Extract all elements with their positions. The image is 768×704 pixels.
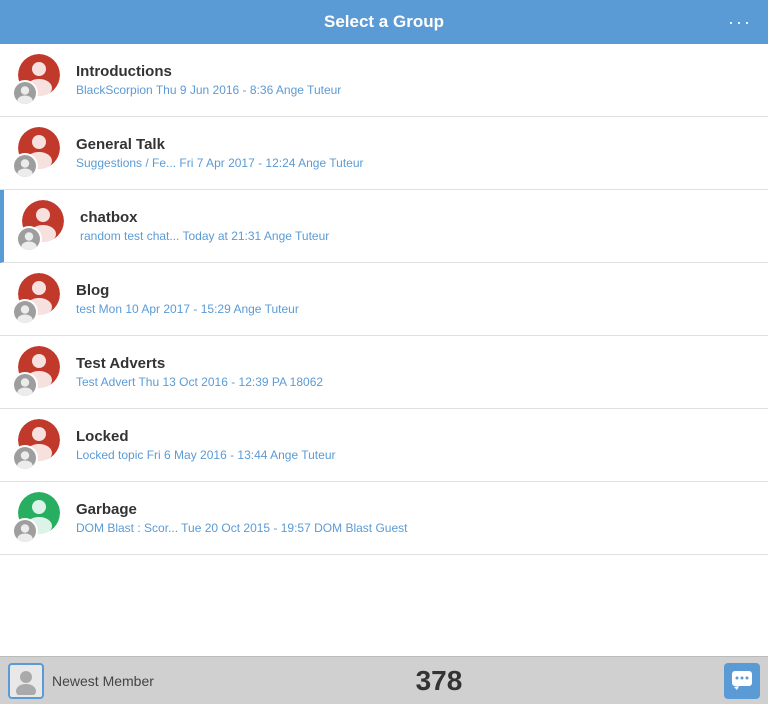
- group-item-introductions[interactable]: Introductions BlackScorpion Thu 9 Jun 20…: [0, 44, 768, 117]
- avatar-container-test-adverts: [12, 346, 64, 398]
- group-name-introductions: Introductions: [76, 63, 756, 80]
- group-name-blog: Blog: [76, 282, 756, 299]
- newest-member-avatar: [8, 663, 44, 699]
- groups-list: Introductions BlackScorpion Thu 9 Jun 20…: [0, 44, 768, 656]
- group-info-introductions: Introductions BlackScorpion Thu 9 Jun 20…: [76, 63, 756, 97]
- group-info-garbage: Garbage DOM Blast : Scor... Tue 20 Oct 2…: [76, 501, 756, 535]
- avatar-sub-chatbox: [16, 226, 42, 252]
- avatar-container-locked: [12, 419, 64, 471]
- group-item-blog[interactable]: Blog test Mon 10 Apr 2017 - 15:29 Ange T…: [0, 263, 768, 336]
- newest-member-label: Newest Member: [52, 673, 154, 689]
- group-item-general-talk[interactable]: General Talk Suggestions / Fe... Fri 7 A…: [0, 117, 768, 190]
- app-container: Select a Group ··· Introductions BlackSc…: [0, 0, 768, 704]
- group-meta-test-adverts: Test Advert Thu 13 Oct 2016 - 12:39 PA 1…: [76, 375, 756, 389]
- group-name-chatbox: chatbox: [80, 209, 756, 226]
- group-meta-chatbox: random test chat... Today at 21:31 Ange …: [80, 229, 756, 243]
- more-options-icon[interactable]: ···: [728, 12, 752, 33]
- group-item-test-adverts[interactable]: Test Adverts Test Advert Thu 13 Oct 2016…: [0, 336, 768, 409]
- avatar-sub-blog: [12, 299, 38, 325]
- group-name-garbage: Garbage: [76, 501, 756, 518]
- avatar-container-introductions: [12, 54, 64, 106]
- member-count: 378: [416, 665, 463, 697]
- group-meta-garbage: DOM Blast : Scor... Tue 20 Oct 2015 - 19…: [76, 521, 756, 535]
- group-item-garbage[interactable]: Garbage DOM Blast : Scor... Tue 20 Oct 2…: [0, 482, 768, 555]
- avatar-container-blog: [12, 273, 64, 325]
- avatar-sub-test-adverts: [12, 372, 38, 398]
- group-name-test-adverts: Test Adverts: [76, 355, 756, 372]
- avatar-sub-general-talk: [12, 153, 38, 179]
- avatar-container-general-talk: [12, 127, 64, 179]
- chat-button[interactable]: [724, 663, 760, 699]
- group-name-general-talk: General Talk: [76, 136, 756, 153]
- group-meta-locked: Locked topic Fri 6 May 2016 - 13:44 Ange…: [76, 448, 756, 462]
- group-info-chatbox: chatbox random test chat... Today at 21:…: [80, 209, 756, 243]
- header: Select a Group ···: [0, 0, 768, 44]
- footer-member-section: Newest Member: [8, 663, 154, 699]
- group-info-blog: Blog test Mon 10 Apr 2017 - 15:29 Ange T…: [76, 282, 756, 316]
- group-info-general-talk: General Talk Suggestions / Fe... Fri 7 A…: [76, 136, 756, 170]
- avatar-container-garbage: [12, 492, 64, 544]
- group-item-locked[interactable]: Locked Locked topic Fri 6 May 2016 - 13:…: [0, 409, 768, 482]
- group-name-locked: Locked: [76, 428, 756, 445]
- group-meta-blog: test Mon 10 Apr 2017 - 15:29 Ange Tuteur: [76, 302, 756, 316]
- avatar-container-chatbox: [16, 200, 68, 252]
- header-title: Select a Group: [324, 12, 444, 32]
- group-meta-introductions: BlackScorpion Thu 9 Jun 2016 - 8:36 Ange…: [76, 83, 756, 97]
- footer-bar: Newest Member 378: [0, 656, 768, 704]
- group-info-test-adverts: Test Adverts Test Advert Thu 13 Oct 2016…: [76, 355, 756, 389]
- avatar-sub-introductions: [12, 80, 38, 106]
- group-item-chatbox[interactable]: chatbox random test chat... Today at 21:…: [0, 190, 768, 263]
- avatar-sub-garbage: [12, 518, 38, 544]
- group-info-locked: Locked Locked topic Fri 6 May 2016 - 13:…: [76, 428, 756, 462]
- avatar-sub-locked: [12, 445, 38, 471]
- group-meta-general-talk: Suggestions / Fe... Fri 7 Apr 2017 - 12:…: [76, 156, 756, 170]
